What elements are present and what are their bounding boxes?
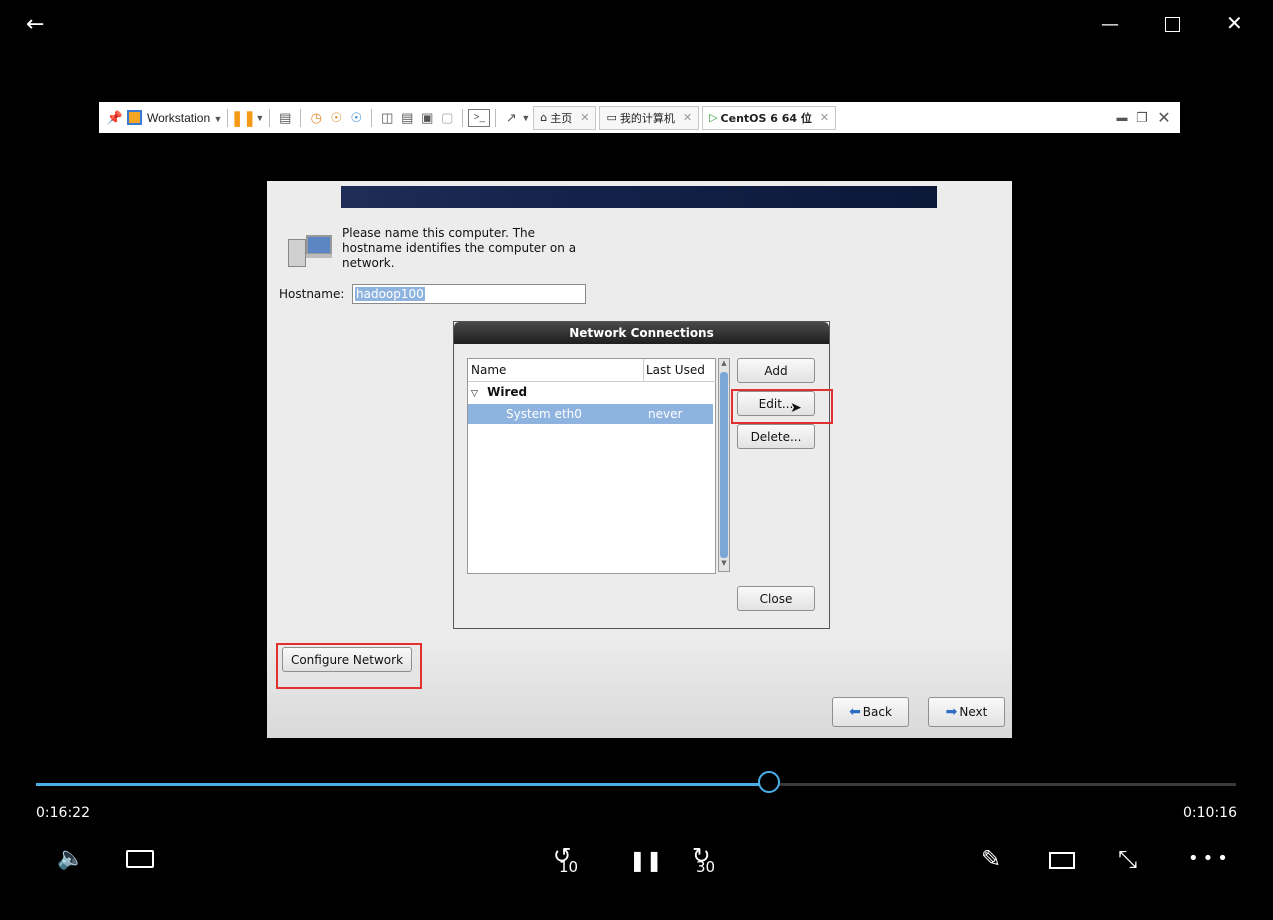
arrow-left-icon: ⬅ xyxy=(849,704,861,720)
progress-fill xyxy=(36,783,770,786)
tab-home[interactable]: ⌂ 主页 ✕ xyxy=(533,105,597,130)
volume-icon[interactable]: 🔈 xyxy=(57,848,84,870)
back-button[interactable]: ⬅ Back xyxy=(832,697,909,727)
chevron-down-icon[interactable]: ▼ xyxy=(521,113,530,123)
next-button[interactable]: ➡ Next xyxy=(928,697,1005,727)
row-last-used: never xyxy=(648,407,683,421)
progress-track[interactable] xyxy=(36,771,1236,793)
toolbar-divider xyxy=(300,108,302,127)
connection-list[interactable]: Name Last Used ▽ Wired System eth0 never xyxy=(467,358,716,574)
tab-close-icon[interactable]: ✕ xyxy=(683,111,692,124)
delete-button[interactable]: Delete... xyxy=(737,424,815,449)
tab-close-icon[interactable]: ✕ xyxy=(580,111,589,124)
vm-running-icon: ▷ xyxy=(709,111,718,124)
vm-restore-icon[interactable]: ❐ xyxy=(1132,107,1152,129)
scroll-up-icon[interactable]: ▲ xyxy=(719,359,729,371)
tab-label: 我的计算机 xyxy=(619,111,675,125)
toolbar-divider xyxy=(462,108,464,127)
back-label: Back xyxy=(862,705,892,719)
group-label: Wired xyxy=(487,385,528,399)
workstation-label: Workstation xyxy=(147,110,211,125)
tab-centos[interactable]: ▷ CentOS 6 64 位 ✕ xyxy=(702,105,837,130)
home-icon: ⌂ xyxy=(540,111,548,124)
fullscreen-icon[interactable]: ▣ xyxy=(417,107,437,129)
skip-forward-icon[interactable]: ↻ 30 xyxy=(692,846,715,875)
scroll-down-icon[interactable]: ▼ xyxy=(719,559,729,571)
column-header-last-used[interactable]: Last Used xyxy=(644,359,716,382)
group-wired[interactable]: ▽ Wired xyxy=(471,385,527,399)
maximize-icon[interactable] xyxy=(1165,17,1180,32)
toolbar-divider xyxy=(371,108,373,127)
tab-label: 主页 xyxy=(550,111,573,125)
highlight-box xyxy=(276,643,422,689)
hostname-label: Hostname: xyxy=(279,287,345,301)
prompt-line: Please name this computer. The xyxy=(342,226,536,240)
vm-close-icon[interactable]: ✕ xyxy=(1152,107,1176,129)
back-arrow-icon[interactable]: ← xyxy=(26,12,44,37)
chevron-down-icon[interactable]: ▼ xyxy=(255,113,264,123)
installer-banner xyxy=(341,186,937,208)
snapshot-icon[interactable]: ◷ xyxy=(306,107,326,129)
captions-icon[interactable] xyxy=(126,850,154,868)
library-view-icon[interactable]: ◫ xyxy=(377,107,397,129)
fullscreen-icon[interactable]: ⤡ xyxy=(1118,847,1137,871)
pause-icon[interactable]: ❚❚ xyxy=(231,107,256,129)
stretch-icon[interactable]: ↗ xyxy=(501,107,521,129)
tab-close-icon[interactable]: ✕ xyxy=(820,111,829,124)
workstation-menu[interactable]: Workstation ▼ xyxy=(147,111,222,125)
highlight-box xyxy=(731,389,833,424)
toolbar-divider xyxy=(269,108,271,127)
snapshot-manager-icon[interactable]: ☉ xyxy=(346,107,366,129)
tab-my-computer[interactable]: ▭ 我的计算机 ✕ xyxy=(599,105,700,130)
close-button[interactable]: Close xyxy=(737,586,815,611)
skip-back-icon[interactable]: ↺ 10 xyxy=(553,846,578,875)
hostname-value: hadoop100 xyxy=(355,287,425,301)
minimize-icon[interactable]: — xyxy=(1101,14,1119,35)
arrow-right-icon: ➡ xyxy=(945,704,958,720)
vmware-toolbar: 📌 Workstation ▼ ❚❚ ▼ ▤ ◷ ☉ ☉ ◫ ▤ ▣ ▢ >_ … xyxy=(99,102,1180,133)
more-options-icon[interactable]: ••• xyxy=(1188,850,1232,868)
next-label: Next xyxy=(959,705,988,719)
close-icon[interactable]: ✕ xyxy=(1226,11,1243,35)
hostname-input[interactable]: hadoop100 xyxy=(352,284,586,304)
progress-thumb[interactable] xyxy=(758,771,781,793)
console-icon[interactable]: >_ xyxy=(468,108,491,127)
pen-icon[interactable]: ✎ xyxy=(981,847,1001,871)
row-name: System eth0 xyxy=(506,407,582,421)
pause-icon[interactable]: ❚❚ xyxy=(629,850,663,870)
skip-back-label: 10 xyxy=(559,858,579,876)
network-computers-icon xyxy=(288,235,332,267)
network-connections-dialog: Network Connections Name Last Used ▽ Wir… xyxy=(453,321,830,629)
toolbar-divider xyxy=(495,108,497,127)
scrollbar[interactable]: ▲ ▼ xyxy=(718,358,730,572)
prompt-line: network. xyxy=(342,256,395,270)
add-button[interactable]: Add xyxy=(737,358,815,383)
thumbnail-view-icon[interactable]: ▤ xyxy=(397,107,417,129)
snapshot-restore-icon[interactable]: ☉ xyxy=(326,107,346,129)
chevron-down-icon: ▼ xyxy=(213,113,223,124)
mini-view-icon[interactable] xyxy=(1049,852,1075,869)
remaining-time: 0:10:16 xyxy=(1183,805,1237,821)
prompt-line: hostname identifies the computer on a xyxy=(342,241,577,255)
pin-icon[interactable]: 📌 xyxy=(105,107,125,129)
workstation-logo-icon xyxy=(125,107,143,129)
elapsed-time: 0:16:22 xyxy=(36,805,90,821)
expander-icon[interactable]: ▽ xyxy=(471,389,478,399)
tab-label: CentOS 6 64 位 xyxy=(720,111,812,125)
unity-icon[interactable]: ▢ xyxy=(437,107,457,129)
send-ctrl-alt-del-icon[interactable]: ▤ xyxy=(275,107,295,129)
computer-icon: ▭ xyxy=(606,111,617,124)
skip-forward-label: 30 xyxy=(696,858,716,876)
scrollbar-thumb[interactable] xyxy=(720,372,728,558)
toolbar-divider xyxy=(227,108,229,127)
table-row[interactable]: System eth0 never xyxy=(468,404,713,424)
dialog-title: Network Connections xyxy=(454,322,829,344)
hostname-prompt: Please name this computer. The hostname … xyxy=(342,226,576,271)
column-header-name[interactable]: Name xyxy=(468,359,644,382)
vm-minimize-icon[interactable]: ▬ xyxy=(1112,107,1132,129)
